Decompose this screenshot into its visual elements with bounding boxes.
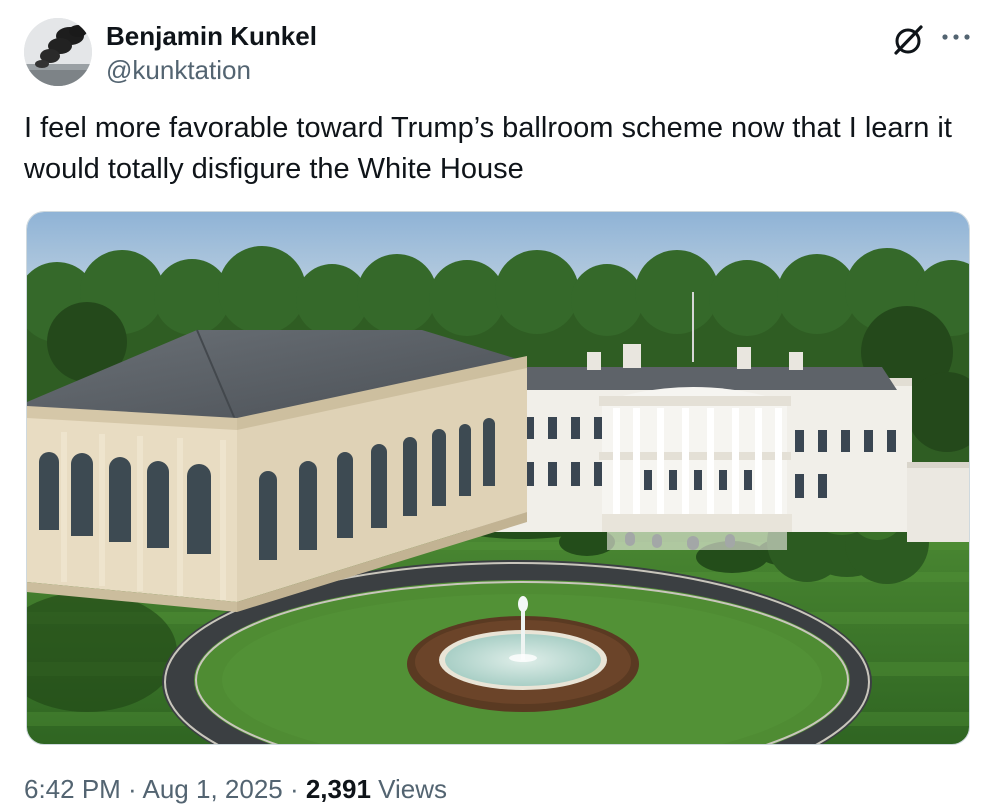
more-options-icon[interactable] bbox=[936, 22, 976, 52]
tweet-photo[interactable] bbox=[26, 211, 970, 745]
author-handle[interactable]: @kunktation bbox=[106, 54, 317, 86]
meta-separator: · bbox=[120, 774, 143, 804]
meta-separator: · bbox=[282, 774, 306, 804]
avatar[interactable] bbox=[24, 18, 92, 86]
avatar-image bbox=[24, 18, 92, 86]
tweet-date[interactable]: Aug 1, 2025 bbox=[143, 774, 283, 804]
tweet-time[interactable]: 6:42 PM bbox=[24, 774, 121, 804]
tweet: Benjamin Kunkel @kunktation I feel more … bbox=[0, 0, 1000, 810]
tweet-text: I feel more favorable toward Trump’s bal… bbox=[24, 112, 952, 185]
views-label: Views bbox=[370, 774, 448, 804]
grok-icon[interactable] bbox=[890, 22, 926, 58]
views-count: 2,391 bbox=[305, 774, 371, 804]
author-block: Benjamin Kunkel @kunktation bbox=[106, 20, 317, 86]
tweet-meta: 6:42 PM · Aug 1, 2025 · 2,391 Views bbox=[24, 772, 447, 806]
white-house-ballroom-image bbox=[27, 212, 969, 744]
author-display-name[interactable]: Benjamin Kunkel bbox=[106, 20, 317, 52]
